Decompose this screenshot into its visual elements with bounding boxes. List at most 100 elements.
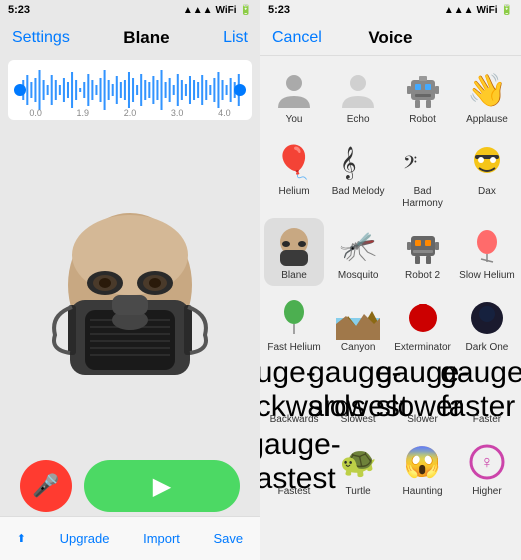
- voice-item-dark-one[interactable]: Dark One: [457, 290, 517, 358]
- voice-item-helium[interactable]: 🎈Helium: [264, 134, 324, 214]
- voice-icon-fastest: gauge-fastest: [272, 440, 316, 484]
- voice-label-you: You: [286, 114, 303, 126]
- voice-item-exterminator[interactable]: Exterminator: [392, 290, 453, 358]
- voice-label-higher: Higher: [472, 486, 501, 498]
- voice-label-canyon: Canyon: [341, 342, 375, 354]
- share-toolbar-item[interactable]: ⬆: [17, 532, 26, 545]
- voice-item-bad-melody[interactable]: 𝄞 Bad Melody: [328, 134, 388, 214]
- voice-item-dax[interactable]: Dax: [457, 134, 517, 214]
- left-time: 5:23: [8, 4, 30, 16]
- settings-back-button[interactable]: Settings: [12, 29, 70, 47]
- voice-icon-fast-helium: [272, 296, 316, 340]
- voice-grid: You Echo Robot 👋Applause 🎈Helium 𝄞 Bad Melody 𝄢…: [260, 56, 521, 560]
- right-panel: 5:23 ▲▲▲ WiFi 🔋 Cancel Voice You Echo Robo…: [260, 0, 521, 560]
- voice-item-turtle[interactable]: 🐢Turtle: [328, 434, 388, 502]
- voice-icon-mosquito: 🦟: [336, 224, 380, 268]
- left-panel: 5:23 ▲▲▲ WiFi 🔋 Settings Blane List: [0, 0, 260, 560]
- voice-icon-canyon: [336, 296, 380, 340]
- voice-label-helium: Helium: [278, 186, 309, 198]
- voice-item-slow-helium[interactable]: Slow Helium: [457, 218, 517, 286]
- bane-avatar: [50, 195, 210, 385]
- voice-item-mosquito[interactable]: 🦟 Mosquito: [328, 218, 388, 286]
- voice-label-robot2: Robot 2: [405, 270, 440, 282]
- voice-item-haunting[interactable]: 😱 Haunting: [392, 434, 453, 502]
- upgrade-toolbar-item[interactable]: Upgrade: [60, 531, 110, 546]
- right-battery-icon: 🔋: [501, 5, 513, 16]
- upgrade-label: Upgrade: [60, 531, 110, 546]
- svg-text:𝄞: 𝄞: [340, 147, 357, 180]
- voice-item-robot2[interactable]: Robot 2: [392, 218, 453, 286]
- voice-item-fastest[interactable]: gauge-fastest Fastest: [264, 434, 324, 502]
- import-toolbar-item[interactable]: Import: [143, 531, 180, 546]
- voice-label-haunting: Haunting: [403, 486, 443, 498]
- voice-label-mosquito: Mosquito: [338, 270, 379, 282]
- battery-icon: 🔋: [240, 5, 252, 16]
- cancel-button[interactable]: Cancel: [272, 29, 322, 47]
- signal-icon: ▲▲▲: [183, 5, 213, 16]
- record-button[interactable]: 🎤: [20, 460, 72, 512]
- voice-icon-slow-helium: [465, 224, 509, 268]
- svg-text:♀: ♀: [480, 452, 494, 472]
- voice-icon-bad-harmony: 𝄢: [401, 140, 445, 184]
- play-button[interactable]: ▶: [84, 460, 240, 512]
- voice-label-turtle: Turtle: [346, 486, 371, 498]
- voice-icon-robot2: [401, 224, 445, 268]
- mic-icon: 🎤: [32, 473, 59, 499]
- voice-label-slower: Slower: [407, 414, 438, 426]
- voice-label-slow-helium: Slow Helium: [459, 270, 515, 282]
- voice-icon-blane: [272, 224, 316, 268]
- waveform-end-handle[interactable]: [234, 84, 246, 96]
- voice-label-echo: Echo: [347, 114, 370, 126]
- right-nav: Cancel Voice: [260, 20, 521, 56]
- voice-icon-applause: 👋: [465, 68, 509, 112]
- voice-icon-higher: ♀: [465, 440, 509, 484]
- voice-label-fastest: Fastest: [278, 486, 311, 498]
- right-status-icons: ▲▲▲ WiFi 🔋: [444, 5, 513, 16]
- voice-item-bad-harmony[interactable]: 𝄢 Bad Harmony: [392, 134, 453, 214]
- waveform-area[interactable]: 0.0 1.9 2.0 3.0 4.0: [8, 60, 252, 120]
- svg-text:𝄢: 𝄢: [403, 152, 417, 177]
- voice-item-canyon[interactable]: Canyon: [328, 290, 388, 358]
- left-nav: Settings Blane List: [0, 20, 260, 56]
- voice-label-robot: Robot: [409, 114, 436, 126]
- voice-item-faster[interactable]: gauge-faster Faster: [457, 362, 517, 430]
- voice-icon-dark-one: [465, 296, 509, 340]
- voice-icon-robot: [401, 68, 445, 112]
- controls-row: 🎤 ▶: [0, 456, 260, 516]
- voice-item-blane[interactable]: Blane: [264, 218, 324, 286]
- left-title: Blane: [123, 28, 169, 48]
- left-status-icons: ▲▲▲ WiFi 🔋: [183, 5, 252, 16]
- voice-label-bad-melody: Bad Melody: [332, 186, 385, 198]
- voice-label-bad-harmony: Bad Harmony: [394, 186, 451, 210]
- list-button[interactable]: List: [223, 29, 248, 47]
- voice-label-exterminator: Exterminator: [394, 342, 451, 354]
- right-status-bar: 5:23 ▲▲▲ WiFi 🔋: [260, 0, 521, 20]
- voice-label-faster: Faster: [473, 414, 501, 426]
- voice-item-you[interactable]: You: [264, 62, 324, 130]
- play-icon: ▶: [153, 472, 171, 501]
- voice-icon-haunting: 😱: [401, 440, 445, 484]
- waveform-start-handle[interactable]: [14, 84, 26, 96]
- voice-label-fast-helium: Fast Helium: [267, 342, 320, 354]
- share-icon: ⬆: [17, 532, 26, 545]
- voice-icon-you: [272, 68, 316, 112]
- bottom-toolbar: ⬆ Upgrade Import Save: [0, 516, 260, 560]
- save-label: Save: [214, 531, 244, 546]
- import-label: Import: [143, 531, 180, 546]
- voice-item-echo[interactable]: Echo: [328, 62, 388, 130]
- voice-item-higher[interactable]: ♀ Higher: [457, 434, 517, 502]
- voice-label-dark-one: Dark One: [466, 342, 509, 354]
- voice-label-blane: Blane: [281, 270, 307, 282]
- save-toolbar-item[interactable]: Save: [214, 531, 244, 546]
- right-wifi-icon: WiFi: [477, 5, 498, 16]
- voice-icon-dax: [465, 140, 509, 184]
- voice-item-fast-helium[interactable]: Fast Helium: [264, 290, 324, 358]
- right-signal-icon: ▲▲▲: [444, 5, 474, 16]
- right-time: 5:23: [268, 4, 290, 16]
- voice-icon-echo: [336, 68, 380, 112]
- voice-item-applause[interactable]: 👋Applause: [457, 62, 517, 130]
- voice-icon-slower: gauge-slower: [401, 368, 445, 412]
- wifi-icon: WiFi: [216, 5, 237, 16]
- voice-item-robot[interactable]: Robot: [392, 62, 453, 130]
- voice-icon-faster: gauge-faster: [465, 368, 509, 412]
